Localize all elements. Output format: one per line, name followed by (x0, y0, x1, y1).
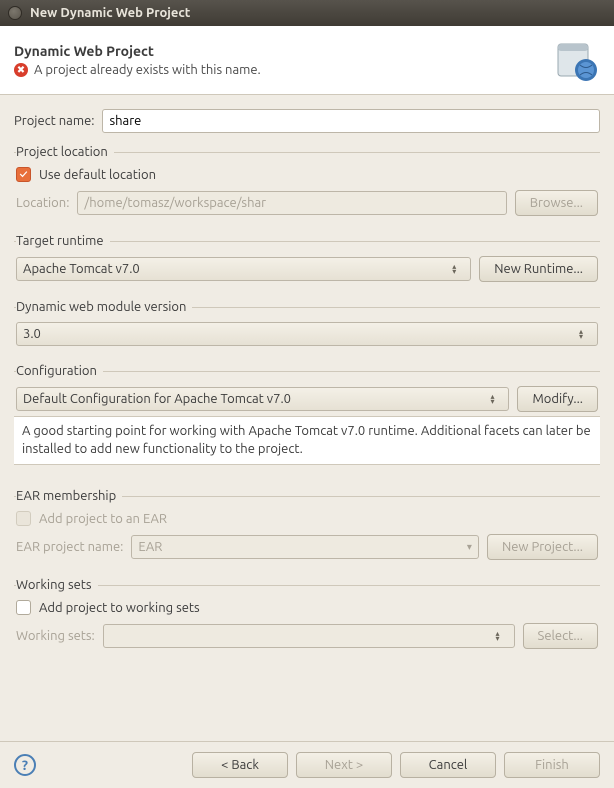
chevron-down-icon: ▾ (467, 541, 472, 553)
add-to-working-sets-checkbox[interactable] (16, 600, 31, 615)
error-icon: ✖ (14, 63, 28, 77)
wizard-banner: Dynamic Web Project ✖ A project already … (0, 26, 614, 95)
module-version-legend: Dynamic web module version (16, 300, 192, 314)
use-default-location-label: Use default location (39, 168, 156, 182)
help-icon[interactable]: ? (14, 754, 36, 776)
location-label: Location: (16, 196, 69, 210)
project-location-legend: Project location (16, 145, 114, 159)
titlebar: New Dynamic Web Project (0, 0, 614, 26)
target-runtime-legend: Target runtime (16, 234, 110, 248)
project-name-input[interactable] (102, 109, 600, 133)
banner-heading: Dynamic Web Project (14, 43, 552, 59)
ear-membership-group: EAR membership Add project to an EAR EAR… (14, 489, 600, 566)
target-runtime-group: Target runtime Apache Tomcat v7.0 ▴▾ New… (14, 234, 600, 288)
next-button: Next > (296, 752, 392, 778)
configuration-value: Default Configuration for Apache Tomcat … (23, 392, 291, 406)
module-version-value: 3.0 (23, 327, 41, 341)
project-name-row: Project name: (14, 109, 600, 133)
target-runtime-value: Apache Tomcat v7.0 (23, 262, 140, 276)
module-version-select[interactable]: 3.0 ▴▾ (16, 322, 598, 346)
new-ear-project-button: New Project... (487, 534, 598, 560)
ear-legend: EAR membership (16, 489, 122, 503)
browse-button: Browse... (515, 190, 598, 216)
close-icon[interactable] (8, 6, 22, 20)
use-default-location-checkbox[interactable] (16, 167, 31, 182)
window-title: New Dynamic Web Project (30, 6, 190, 20)
spinner-icon: ▴▾ (490, 394, 502, 404)
working-sets-select: ▴▾ (103, 624, 515, 648)
back-button[interactable]: < Back (192, 752, 288, 778)
cancel-button[interactable]: Cancel (400, 752, 496, 778)
spinner-icon: ▴▾ (496, 631, 508, 641)
spinner-icon: ▴▾ (579, 329, 591, 339)
configuration-group: Configuration Default Configuration for … (14, 364, 600, 477)
configuration-legend: Configuration (16, 364, 103, 378)
configuration-select[interactable]: Default Configuration for Apache Tomcat … (16, 387, 509, 411)
ear-name-value: EAR (138, 540, 162, 554)
target-runtime-select[interactable]: Apache Tomcat v7.0 ▴▾ (16, 257, 471, 281)
project-location-group: Project location Use default location Lo… (14, 145, 600, 222)
select-working-sets-button: Select... (523, 623, 598, 649)
new-runtime-button[interactable]: New Runtime... (479, 256, 598, 282)
working-sets-legend: Working sets (16, 578, 98, 592)
banner-error-text: A project already exists with this name. (34, 63, 261, 77)
module-version-group: Dynamic web module version 3.0 ▴▾ (14, 300, 600, 352)
modify-button[interactable]: Modify... (517, 386, 598, 412)
ear-name-select: EAR ▾ (131, 535, 479, 559)
project-name-label: Project name: (14, 114, 94, 128)
add-to-ear-checkbox (16, 511, 31, 526)
configuration-description: A good starting point for working with A… (14, 416, 600, 465)
finish-button: Finish (504, 752, 600, 778)
ear-name-label: EAR project name: (16, 540, 123, 554)
wizard-image-icon (552, 36, 600, 84)
add-to-working-sets-label: Add project to working sets (39, 601, 200, 615)
location-input (77, 191, 506, 215)
working-sets-label: Working sets: (16, 629, 95, 643)
working-sets-group: Working sets Add project to working sets… (14, 578, 600, 655)
wizard-footer: ? < Back Next > Cancel Finish (0, 741, 614, 788)
add-to-ear-label: Add project to an EAR (39, 512, 167, 526)
spinner-icon: ▴▾ (452, 264, 464, 274)
